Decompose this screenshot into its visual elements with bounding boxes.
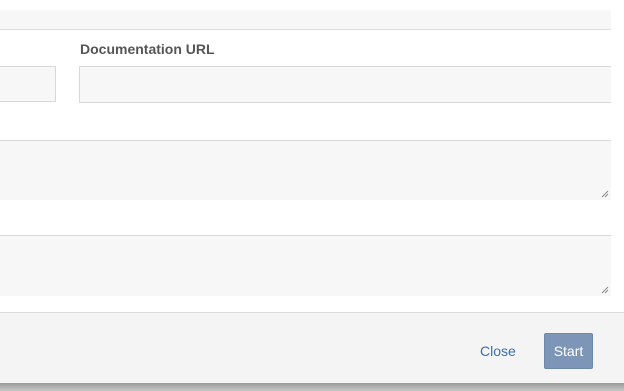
resize-grip-icon[interactable] [601, 190, 609, 198]
modal-footer [0, 312, 624, 384]
modal-dialog: Documentation URL Close Start [0, 0, 624, 391]
textarea-2[interactable] [0, 235, 611, 296]
resize-grip-icon[interactable] [601, 286, 609, 294]
textarea-1[interactable] [0, 140, 611, 200]
top-field-strip[interactable] [0, 10, 611, 30]
footer-shadow [0, 383, 624, 391]
left-input-field[interactable] [0, 66, 56, 102]
start-button[interactable]: Start [544, 333, 593, 369]
documentation-url-label: Documentation URL [80, 41, 215, 57]
documentation-url-input[interactable] [79, 66, 611, 103]
close-button[interactable]: Close [480, 343, 516, 359]
